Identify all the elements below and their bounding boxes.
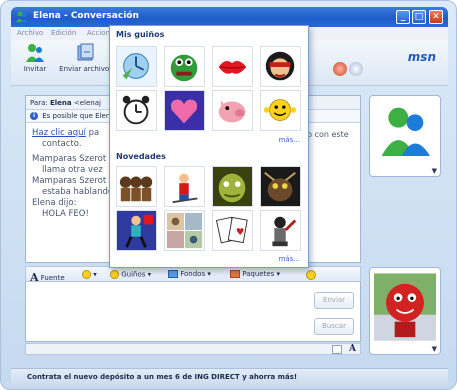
menu-edicion[interactable]: Edición bbox=[51, 29, 76, 37]
kiss-lips-wink[interactable] bbox=[212, 46, 253, 87]
masked-girl-wink[interactable] bbox=[260, 46, 301, 87]
invite-label: Invitar bbox=[23, 65, 47, 73]
new-winks-more-link[interactable]: más... bbox=[279, 255, 300, 263]
backgrounds-button[interactable]: Fondos ▾ bbox=[168, 270, 211, 278]
send-files-icon bbox=[75, 42, 97, 64]
playing-cards-wink[interactable]: ♥ bbox=[212, 210, 253, 251]
alarm-clock-wink[interactable] bbox=[116, 90, 157, 131]
contact-avatar-panel[interactable]: ▼ bbox=[369, 95, 441, 177]
menu-archivo[interactable]: Archivo bbox=[17, 29, 43, 37]
minimize-button[interactable]: _ bbox=[396, 10, 410, 24]
heart-wink[interactable] bbox=[164, 90, 205, 131]
skier-wink[interactable] bbox=[164, 166, 205, 207]
ogre-face-wink[interactable] bbox=[212, 166, 253, 207]
own-avatar bbox=[374, 273, 436, 341]
input-tabs-bar: A bbox=[25, 343, 361, 355]
svg-text:♥: ♥ bbox=[236, 227, 245, 238]
invite-button[interactable]: Invitar bbox=[15, 42, 55, 73]
own-avatar-dropdown-icon[interactable]: ▼ bbox=[432, 345, 437, 353]
to-label: Para: bbox=[30, 99, 48, 107]
own-avatar-panel[interactable]: ▼ bbox=[369, 267, 441, 355]
winks-button[interactable]: Guiños ▾ bbox=[110, 270, 151, 279]
backgrounds-icon bbox=[168, 270, 178, 278]
contact-menu-icon[interactable] bbox=[349, 62, 363, 76]
faces-collage-wink[interactable] bbox=[164, 210, 205, 251]
contact-avatar bbox=[381, 107, 430, 156]
messenger-app-icon bbox=[15, 10, 29, 24]
new-winks-title: Novedades bbox=[116, 152, 166, 161]
smiley-icon bbox=[82, 270, 91, 279]
pink-pig-wink[interactable] bbox=[212, 90, 253, 131]
knight-wink[interactable] bbox=[260, 210, 301, 251]
winks-label: Guiños bbox=[121, 270, 146, 279]
my-winks-more-link[interactable]: más... bbox=[279, 136, 300, 144]
backgrounds-label: Fondos bbox=[180, 270, 206, 278]
clock-wink[interactable] bbox=[116, 46, 157, 87]
yellow-smiley-wink[interactable] bbox=[260, 90, 301, 131]
to-email: <elenaj bbox=[73, 99, 101, 107]
text-tab-icon[interactable]: A bbox=[349, 344, 356, 354]
send-files-button[interactable]: Enviar archivos bbox=[59, 42, 113, 73]
invite-icon bbox=[24, 42, 46, 64]
close-button[interactable]: ✕ bbox=[429, 10, 443, 24]
msn-logo: msn bbox=[407, 50, 436, 64]
format-bar: A Fuente ▾ Guiños ▾ Fondos ▾ Paquetes ▾ bbox=[25, 266, 361, 284]
winks-popup: Mis guiños más... Novedades ♥ más... bbox=[109, 25, 309, 268]
avatar-dropdown-icon[interactable]: ▼ bbox=[432, 167, 437, 175]
window-title: Elena - Conversación bbox=[33, 11, 139, 21]
info-icon: i bbox=[30, 112, 38, 120]
packs-button[interactable]: Paquetes ▾ bbox=[230, 270, 280, 278]
link-suffix: pa bbox=[88, 128, 100, 138]
nudge-button[interactable] bbox=[306, 270, 316, 280]
my-winks-title: Mis guiños bbox=[116, 30, 165, 39]
send-button[interactable]: Enviar bbox=[314, 292, 354, 309]
three-monkeys-wink[interactable] bbox=[116, 166, 157, 207]
nudge-icon bbox=[306, 270, 316, 280]
dark-creature-wink[interactable] bbox=[260, 166, 301, 207]
search-button[interactable]: Buscar bbox=[314, 318, 354, 335]
emoticon-button[interactable]: ▾ bbox=[82, 270, 97, 279]
packs-label: Paquetes bbox=[242, 270, 275, 278]
info-text: Es posible que Elena bbox=[42, 112, 115, 120]
app-window-frame: Elena - Conversación _ □ ✕ Archivo Edici… bbox=[0, 0, 457, 390]
send-files-label: Enviar archivos bbox=[59, 65, 113, 73]
status-bar: Contrata el nuevo depósito a un mes 6 de… bbox=[11, 368, 448, 385]
ad-text[interactable]: Contrata el nuevo depósito a un mes 6 de… bbox=[27, 373, 297, 381]
info-fragment: to con este bbox=[304, 130, 349, 139]
click-here-link[interactable]: Haz clic aquí bbox=[32, 128, 86, 138]
dancer-wink[interactable] bbox=[116, 210, 157, 251]
font-label: Fuente bbox=[40, 274, 65, 282]
wink-icon bbox=[110, 270, 119, 279]
maximize-button[interactable]: □ bbox=[412, 10, 426, 24]
contact-status-icon[interactable] bbox=[333, 62, 347, 76]
packs-icon bbox=[230, 270, 240, 278]
handwriting-tab-icon[interactable] bbox=[332, 345, 342, 354]
message-input[interactable]: Enviar Buscar bbox=[25, 282, 361, 342]
title-bar: Elena - Conversación _ □ ✕ bbox=[11, 7, 448, 27]
to-name: Elena bbox=[49, 99, 72, 107]
frog-wink[interactable] bbox=[164, 46, 205, 87]
